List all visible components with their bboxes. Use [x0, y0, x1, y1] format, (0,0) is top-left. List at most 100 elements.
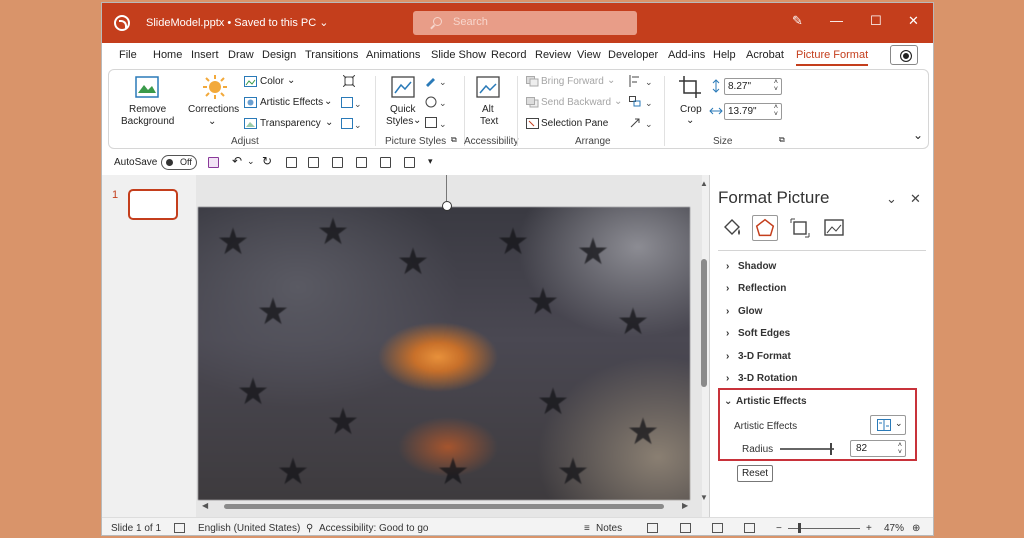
maximize-button[interactable]: ☐ — [870, 13, 882, 29]
save-status: Saved to this PC — [234, 17, 317, 29]
rotate-icon[interactable]: ⌄ — [629, 117, 655, 129]
tab-slide-show[interactable]: Slide Show — [431, 49, 486, 61]
tab-help[interactable]: Help — [713, 49, 736, 61]
customize-toolbar-icon[interactable]: ▾ — [428, 156, 439, 167]
tab-insert[interactable]: Insert — [191, 49, 219, 61]
accessibility-status[interactable]: Accessibility: Good to go — [319, 523, 429, 534]
picture-icon[interactable] — [821, 215, 847, 241]
tab-file[interactable]: File — [119, 49, 137, 61]
fit-to-window-icon[interactable]: ⊕ — [912, 523, 920, 534]
search-box[interactable]: Search — [413, 11, 637, 35]
insert-picture-icon[interactable] — [332, 157, 343, 168]
transparency-icon — [244, 118, 257, 129]
slide-show-icon[interactable] — [744, 523, 755, 533]
chevron-down-icon: ⌄ — [319, 17, 329, 29]
chevron-down-icon: ⌄ — [686, 115, 695, 126]
collapse-ribbon-icon[interactable]: ⌄ — [913, 128, 923, 142]
section-shadow[interactable]: › Shadow — [726, 261, 776, 272]
title-bar: SlideModel.pptx • Saved to this PC ⌄ Sea… — [102, 3, 933, 43]
tab-draw[interactable]: Draw — [228, 49, 254, 61]
compress-pictures-icon[interactable] — [343, 75, 355, 87]
zoom-in-icon[interactable]: + — [866, 523, 872, 534]
picture-layout-icon[interactable]: ⌄ — [425, 117, 449, 129]
rotation-handle[interactable] — [442, 201, 452, 211]
zoom-out-icon[interactable]: − — [776, 523, 782, 534]
dialog-launcher-icon[interactable]: ⧉ — [451, 135, 457, 145]
section-soft-edges[interactable]: › Soft Edges — [726, 328, 790, 339]
horizontal-scrollbar[interactable]: ◀ ▶ — [202, 501, 692, 511]
chevron-down-icon: ⌄ — [724, 396, 733, 407]
tab-developer[interactable]: Developer — [608, 49, 658, 61]
tab-home[interactable]: Home — [153, 49, 182, 61]
radius-input[interactable]: 82 ˄ ˅ — [850, 440, 906, 457]
autosave-label: AutoSave — [114, 157, 158, 168]
tab-picture-format[interactable]: Picture Format — [796, 49, 869, 66]
grid-icon[interactable] — [404, 157, 415, 168]
pen-icon[interactable]: ✎ — [792, 13, 803, 29]
tab-review[interactable]: Review — [535, 49, 571, 61]
change-picture-icon[interactable]: ⌄ — [341, 97, 361, 109]
record-button[interactable] — [890, 45, 918, 65]
tab-add-ins[interactable]: Add-ins — [668, 49, 705, 61]
radius-slider[interactable] — [780, 443, 834, 455]
chevron-down-icon: ⌄ — [607, 75, 616, 86]
tab-acrobat[interactable]: Acrobat — [746, 49, 784, 61]
new-icon[interactable] — [308, 157, 319, 168]
minimize-button[interactable]: — — [830, 13, 843, 28]
picture-border-icon[interactable]: ⌄ — [425, 75, 449, 87]
chevron-down-icon[interactable]: ⌄ — [247, 156, 258, 167]
language[interactable]: English (United States) — [198, 523, 300, 534]
align-icon[interactable]: ⌄ — [629, 75, 655, 87]
svg-text:⌄: ⌄ — [439, 77, 447, 87]
fill-line-icon[interactable] — [719, 215, 745, 241]
tab-animations[interactable]: Animations — [366, 49, 420, 61]
present-icon[interactable] — [380, 157, 391, 168]
reset-button[interactable]: Reset — [737, 465, 773, 482]
vertical-scrollbar[interactable]: ▲ ▼ — [700, 179, 708, 502]
reset-picture-icon[interactable]: ⌄ — [341, 118, 361, 130]
tab-transitions[interactable]: Transitions — [305, 49, 358, 61]
save-icon[interactable] — [208, 157, 219, 168]
slide-thumbnail[interactable] — [128, 189, 178, 220]
tab-view[interactable]: View — [577, 49, 601, 61]
zoom-slider[interactable] — [788, 523, 860, 533]
dialog-launcher-icon[interactable]: ⧉ — [779, 135, 785, 145]
close-pane-icon[interactable]: ✕ — [910, 191, 921, 207]
shape-width-input[interactable]: 13.79" ˄ ˅ — [724, 103, 782, 120]
spin-arrows-icon: ˄ ˅ — [773, 79, 778, 93]
notes-button[interactable]: Notes — [596, 523, 622, 534]
picture-effects-icon[interactable]: ⌄ — [425, 96, 449, 108]
reading-view-icon[interactable] — [712, 523, 723, 533]
artistic-effect-preview-icon — [877, 419, 891, 431]
effects-icon[interactable] — [752, 215, 778, 241]
tab-design[interactable]: Design — [262, 49, 296, 61]
section-artistic-effects[interactable]: ⌄ Artistic Effects — [724, 396, 807, 407]
tab-record[interactable]: Record — [491, 49, 526, 61]
size-properties-icon[interactable] — [787, 215, 813, 241]
chevron-down-icon: ⌄ — [287, 75, 296, 86]
artistic-effects-dropdown[interactable]: ⌄ — [870, 415, 906, 435]
slide-sorter-icon[interactable] — [680, 523, 691, 533]
group-icon[interactable]: ⌄ — [629, 96, 655, 108]
undo-icon[interactable]: ↶ — [232, 154, 243, 168]
close-button[interactable]: ✕ — [908, 13, 919, 29]
svg-text:⌄: ⌄ — [439, 98, 447, 108]
spelling-icon[interactable] — [174, 523, 185, 533]
slide-picture[interactable] — [198, 207, 690, 500]
shapes-icon[interactable] — [356, 157, 367, 168]
chevron-down-icon[interactable]: ⌄ — [886, 191, 897, 207]
crop-icon — [679, 76, 701, 98]
section-3d-rotation[interactable]: › 3-D Rotation — [726, 373, 797, 384]
document-title[interactable]: SlideModel.pptx • Saved to this PC ⌄ — [146, 16, 328, 29]
section-glow[interactable]: › Glow — [726, 306, 762, 317]
color-icon — [244, 76, 257, 87]
section-3d-format[interactable]: › 3-D Format — [726, 351, 791, 362]
zoom-level[interactable]: 47% — [884, 523, 904, 534]
section-reflection[interactable]: › Reflection — [726, 283, 786, 294]
ribbon: Remove Background Corrections ⌄ Color ⌄ … — [108, 69, 929, 149]
shape-height-input[interactable]: 8.27" ˄ ˅ — [724, 78, 782, 95]
normal-view-icon[interactable] — [647, 523, 658, 533]
redo-icon[interactable]: ↻ — [262, 154, 273, 168]
open-icon[interactable] — [286, 157, 297, 168]
autosave-toggle[interactable]: Off — [161, 155, 197, 170]
